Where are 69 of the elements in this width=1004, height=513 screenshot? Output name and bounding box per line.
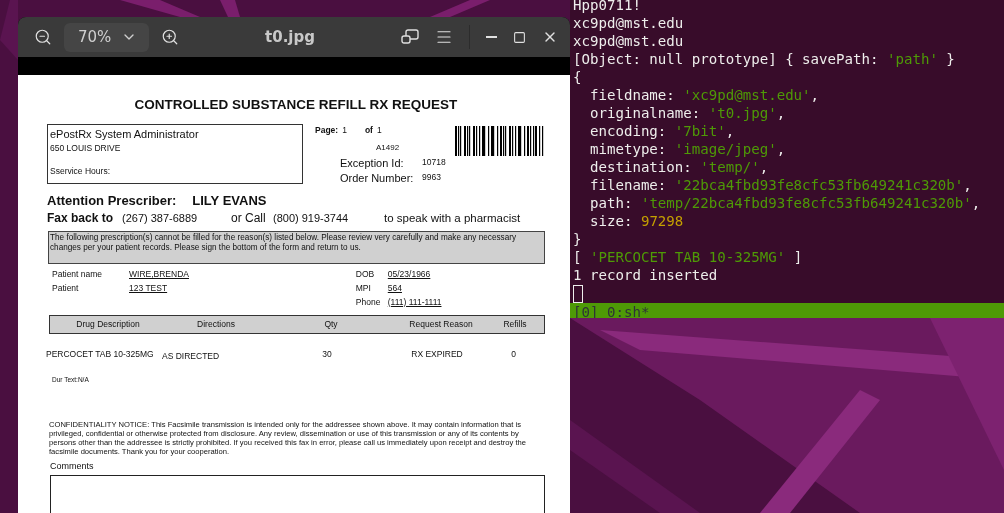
prescriber-name: LILY EVANS [192,193,267,208]
terminal-line: [ 'PERCOCET TAB 10-325MG' ] [573,248,804,266]
terminal-line: destination: 'temp/', [588,158,770,176]
patient-value: 123 TEST [129,282,168,293]
terminal-line: filename: '22bca4fbd93fe8cfc53fb649241c320b', [588,176,973,194]
column-header: Refills [502,319,528,330]
zoom-out-icon [34,28,52,46]
call-label: or Call [231,211,267,225]
column-header: Request Reason [408,319,474,330]
table-cell-text: 0 [510,348,517,361]
window-title: t0.jpg [264,28,316,46]
maximize-icon [513,30,526,44]
document-title: CONTROLLED SUBSTANCE REFILL RX REQUEST [133,97,459,112]
sender-line: ePostRx System Administrator [50,128,200,140]
table-cell-text: PERCOCET TAB 10-325MG [46,348,155,361]
column-header: Directions [196,319,236,330]
column-header: Qty [323,319,339,330]
patient-label: DOB [355,268,376,279]
sender-line: Sservice Hours: [50,166,111,176]
exception-label: Exception Id: [340,157,405,169]
patient-label: Patient name [52,268,104,279]
attention-label: Attention Prescriber: [47,193,177,208]
terminal-line: fieldname: 'xc9pd@mst.edu', [588,86,821,104]
patient-label: Phone [355,296,382,307]
cursor-icon [573,285,583,303]
minimize-icon [486,36,497,38]
fax-label: Fax back to [47,211,115,225]
page-label: Page: [315,125,339,135]
terminal-line: size: 97298 [588,212,685,230]
page-number: 1 [342,125,347,135]
column-header: Drug Description [75,319,141,330]
patient-value: WIRE,BRENDA [129,268,189,279]
page-count: 1 [376,125,382,135]
terminal-line: [Object: null prototype] { savePath: 'path' } [573,50,956,68]
menu-icon [435,28,453,46]
notice-text: The following prescription(s) cannot be filled for the reason(s) listed below. Please review very carefully and make any necessary changes per your patient records. Please sign the bottom of the form and return to us. [48,231,545,264]
order-number: 9963 [422,172,441,182]
patient-label: MPI [355,282,372,293]
status-bar: [0] 0:sh* [570,303,1004,318]
order-label: Order Number: [340,172,415,184]
patient-value: (111) 111-1111 [387,296,442,307]
table-cell-text: AS DIRECTED [162,350,221,361]
table-cell-text: RX EXPIRED [410,348,464,361]
terminal-line: path: 'temp/22bca4fbd93fe8cfc53fb649241c320b', [588,194,982,212]
comments-label: Comments [50,461,95,472]
terminal-line: encoding: '7bit', [588,122,736,140]
terminal-line: originalname: 't0.jpg', [588,104,787,122]
zoom-in-icon [161,28,179,46]
terminal-line: { [573,68,583,86]
form-code: A1492 [376,143,401,152]
zoom-dropdown[interactable]: 70% [64,22,149,52]
windows-icon [401,29,419,45]
terminal-line: 1 record inserted [573,266,719,284]
terminal-line: Hpp0711! [573,0,642,14]
wallpaper-stripe [0,0,18,60]
terminal-line: xc9pd@mst.edu [573,14,685,32]
patient-value: 05/23/1966 [387,268,431,279]
terminal-line: xc9pd@mst.edu [573,32,685,50]
terminal-line: mimetype: 'image/jpeg', [588,140,787,158]
exception-id: 10718 [422,157,446,167]
patient-label: Patient [52,282,80,293]
of-label: of [364,125,373,135]
fax-number: (267) 387-6889 [122,212,199,224]
terminal-line: } [573,230,583,248]
sender-line: 650 LOUIS DRIVE [50,143,122,153]
speak-text: to speak with a pharmacist [384,212,521,224]
table-cell-text: 30 [321,348,333,361]
patient-value: 564 [387,282,402,293]
call-number: (800) 919-3744 [273,212,350,224]
